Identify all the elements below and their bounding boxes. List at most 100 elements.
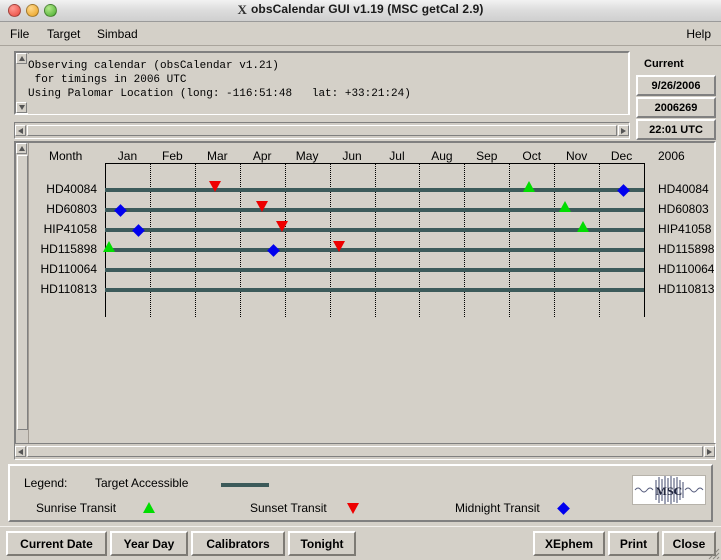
chart-gridline-9 bbox=[509, 163, 511, 317]
chart-month-label-oct: Oct bbox=[522, 149, 542, 163]
chart-marker-sunrise-HD40084-1 bbox=[523, 181, 536, 192]
window-title-text: obsCalendar GUI v1.19 (MSC getCal 2.9) bbox=[250, 2, 484, 16]
sunrise-transit-icon bbox=[143, 502, 155, 513]
current-panel-header: Current bbox=[636, 53, 716, 74]
chart-row-label-right-HD115898: HD115898 bbox=[658, 242, 714, 256]
current-time-value: 22:01 UTC bbox=[636, 119, 716, 140]
chart-track-HD115898-0 bbox=[105, 248, 644, 252]
calendar-chart-canvas: Month Jan Feb Mar Apr May Jun Jul Aug Sep Oct Nov De… bbox=[29, 143, 714, 454]
chart-left-axis bbox=[105, 163, 106, 317]
chart-marker-sunset-HD115898-2 bbox=[332, 241, 345, 252]
legend-sunset-label: Sunset Transit bbox=[250, 501, 327, 515]
chart-marker-sunrise-HD115898-0 bbox=[103, 241, 116, 252]
chart-vscroll-thumb[interactable] bbox=[17, 155, 28, 430]
chart-gridline-11 bbox=[599, 163, 601, 317]
chart-gridline-6 bbox=[375, 163, 377, 317]
scroll-up-icon[interactable] bbox=[16, 53, 27, 64]
app-window: XobsCalendar GUI v1.19 (MSC getCal 2.9) … bbox=[0, 0, 721, 560]
chart-gridline-2 bbox=[195, 163, 197, 317]
chart-month-label-dec: Dec bbox=[610, 149, 633, 163]
chart-row-label-left-HD60803: HD60803 bbox=[46, 202, 97, 216]
legend-title: Legend: bbox=[24, 476, 68, 490]
chart-month-label-sep: Sep bbox=[476, 149, 498, 163]
msc-logo: MSC bbox=[632, 475, 706, 505]
chart-month-label-mar: Mar bbox=[206, 149, 228, 163]
chart-marker-sunset-HD60803-1 bbox=[256, 201, 269, 212]
menu-simbad[interactable]: Simbad bbox=[93, 26, 142, 42]
print-button[interactable]: Print bbox=[608, 531, 659, 556]
chart-right-axis bbox=[644, 163, 645, 317]
hscroll-thumb[interactable] bbox=[27, 125, 617, 136]
info-line-3: Using Palomar Location (long: -116:51:48… bbox=[28, 88, 411, 100]
chart-month-label-jan: Jan bbox=[117, 149, 138, 163]
chart-row-label-right-HD110813: HD110813 bbox=[658, 282, 714, 296]
chart-month-label-nov: Nov bbox=[565, 149, 588, 163]
midnight-transit-icon bbox=[557, 502, 570, 515]
chart-row-label-left-HD110064: HD110064 bbox=[40, 262, 97, 276]
chart-marker-midnight-HIP41058-0 bbox=[132, 223, 146, 237]
menu-target[interactable]: Target bbox=[43, 26, 84, 42]
year-day-button[interactable]: Year Day bbox=[110, 531, 188, 556]
tonight-button[interactable]: Tonight bbox=[288, 531, 356, 556]
chart-month-header: Month bbox=[49, 149, 83, 163]
info-line-1: Observing calendar (obsCalendar v1.21) bbox=[28, 60, 279, 72]
chart-row-label-left-HD115898: HD115898 bbox=[40, 242, 97, 256]
calibrators-button[interactable]: Calibrators bbox=[191, 531, 285, 556]
legend-midnight-label: Midnight Transit bbox=[455, 501, 540, 515]
chart-vertical-scrollbar[interactable] bbox=[16, 143, 29, 454]
chart-gridline-3 bbox=[240, 163, 242, 317]
chart-marker-sunrise-HD60803-2 bbox=[559, 201, 572, 212]
chart-row-label-left-HD110813: HD110813 bbox=[40, 282, 97, 296]
chart-scroll-up-icon[interactable] bbox=[16, 143, 27, 154]
chart-gridline-1 bbox=[150, 163, 152, 317]
info-line-2: for timings in 2006 UTC bbox=[28, 74, 187, 86]
menu-file[interactable]: File bbox=[6, 26, 33, 42]
chart-horizontal-scrollbar[interactable] bbox=[14, 443, 716, 460]
resize-grip-icon[interactable] bbox=[706, 546, 720, 560]
x-application-icon: X bbox=[237, 2, 247, 17]
chart-row-label-right-HD40084: HD40084 bbox=[658, 182, 709, 196]
chart-marker-sunset-HD40084-0 bbox=[209, 181, 222, 192]
chart-track-HD110813-0 bbox=[105, 288, 644, 292]
chart-hscroll-thumb[interactable] bbox=[27, 446, 703, 457]
legend-sunrise-label: Sunrise Transit bbox=[36, 501, 117, 515]
info-text-panel: Observing calendar (obsCalendar v1.21) f… bbox=[14, 51, 630, 115]
legend-panel: Legend: Target Accessible Sunrise Transi… bbox=[8, 464, 713, 522]
chart-row-label-right-HD60803: HD60803 bbox=[658, 202, 709, 216]
xephem-button[interactable]: XEphem bbox=[533, 531, 605, 556]
scroll-down-icon[interactable] bbox=[16, 102, 27, 113]
msc-logo-graphic: MSC bbox=[634, 476, 704, 504]
info-text-content: Observing calendar (obsCalendar v1.21) f… bbox=[28, 54, 628, 114]
menu-help[interactable]: Help bbox=[682, 26, 715, 42]
chart-row-label-right-HD110064: HD110064 bbox=[658, 262, 714, 276]
scroll-right-icon[interactable] bbox=[618, 125, 629, 136]
legend-track-swatch bbox=[221, 483, 269, 487]
chart-gridline-8 bbox=[464, 163, 466, 317]
chart-marker-sunrise-HIP41058-2 bbox=[577, 221, 590, 232]
sunset-transit-icon bbox=[347, 503, 359, 514]
info-text-horizontal-scrollbar[interactable] bbox=[14, 122, 630, 139]
chart-track-HD40084-0 bbox=[105, 188, 644, 192]
chart-row-label-left-HD40084: HD40084 bbox=[46, 182, 97, 196]
chart-month-label-apr: Apr bbox=[252, 149, 272, 163]
chart-month-label-feb: Feb bbox=[162, 149, 183, 163]
calendar-chart-panel: Month Jan Feb Mar Apr May Jun Jul Aug Sep Oct Nov De… bbox=[14, 141, 716, 456]
current-date-value: 9/26/2006 bbox=[636, 75, 716, 96]
chart-month-label-jun: Jun bbox=[342, 149, 362, 163]
chart-row-label-right-HIP41058: HIP41058 bbox=[658, 222, 712, 236]
chart-gridline-7 bbox=[419, 163, 421, 317]
current-info-panel: Current 9/26/2006 2006269 22:01 UTC bbox=[636, 53, 716, 141]
chart-month-label-aug: Aug bbox=[431, 149, 453, 163]
chart-gridline-10 bbox=[554, 163, 556, 317]
bottom-button-bar: Current Date Year Day Calibrators Tonigh… bbox=[0, 526, 721, 560]
current-date-button[interactable]: Current Date bbox=[6, 531, 107, 556]
chart-marker-midnight-HD40084-2 bbox=[617, 183, 631, 197]
title-bar: XobsCalendar GUI v1.19 (MSC getCal 2.9) bbox=[0, 0, 721, 22]
chart-marker-midnight-HD60803-0 bbox=[114, 203, 128, 217]
chart-track-HIP41058-0 bbox=[105, 228, 644, 232]
chart-scroll-left-icon[interactable] bbox=[15, 446, 26, 457]
chart-row-label-left-HIP41058: HIP41058 bbox=[43, 222, 97, 236]
scroll-left-icon[interactable] bbox=[15, 125, 26, 136]
chart-scroll-right-icon[interactable] bbox=[704, 446, 715, 457]
chart-track-HD110064-0 bbox=[105, 268, 644, 272]
